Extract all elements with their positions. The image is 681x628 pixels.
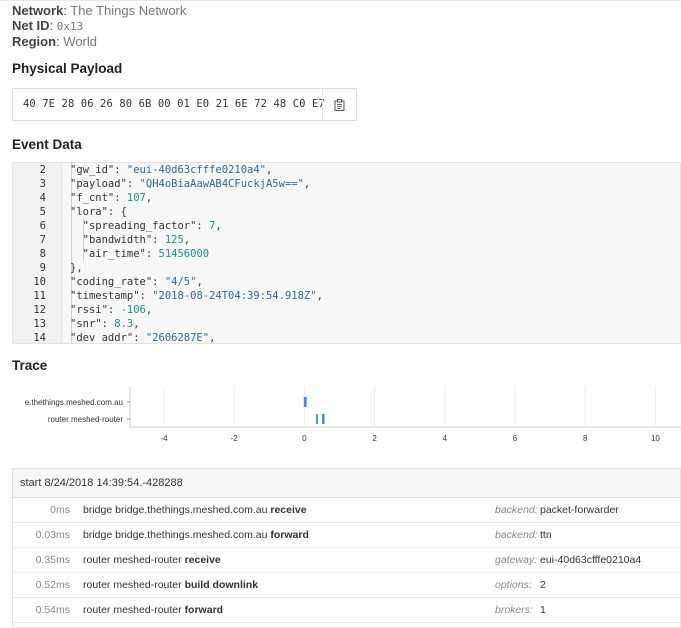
region-row: Region: World bbox=[12, 34, 98, 49]
service-name: router meshed-router bbox=[83, 554, 182, 566]
x-tick-label: 6 bbox=[513, 434, 518, 443]
event-attr-key: backend: bbox=[495, 504, 538, 516]
event-attr-key: backend: bbox=[495, 529, 538, 541]
table-row[interactable]: 0ms bridge bridge.thethings.meshed.com.au… bbox=[13, 497, 680, 523]
line-number: 13 bbox=[33, 318, 46, 330]
trace-chart: -4 -2 0 2 4 6 8 10 e.thethings.meshed.com.au rout… bbox=[25, 386, 681, 443]
line-number: 10 bbox=[33, 276, 46, 288]
code-text: "payload": "QH4oBiaAawAB4CFuckjA5w==", bbox=[70, 178, 311, 190]
service-name: bridge bridge.thethings.meshed.com.au bbox=[83, 529, 268, 541]
physical-payload-value[interactable]: 40 7E 28 06 26 80 6B 00 01 E0 21 6E 72 4… bbox=[23, 98, 325, 110]
x-tick-label: 10 bbox=[651, 434, 660, 443]
code-text: }, bbox=[70, 262, 83, 274]
clipboard-icon bbox=[334, 98, 345, 111]
network-value: The Things Network bbox=[70, 3, 187, 18]
line-number: 14 bbox=[33, 332, 46, 344]
x-tick-label: -2 bbox=[231, 434, 239, 443]
line-number: 5 bbox=[39, 206, 46, 218]
code-text: "gw_id": "eui-40d63cfffe0210a4", bbox=[70, 164, 273, 176]
event-time: 0.52ms bbox=[35, 579, 70, 591]
service-name: router meshed-router bbox=[83, 579, 182, 591]
line-number: 3 bbox=[39, 178, 46, 190]
y-category-label: e.thethings.meshed.com.au bbox=[25, 398, 123, 407]
event-time: 0.54ms bbox=[35, 604, 70, 616]
event-description: router meshed-router receive bbox=[83, 554, 221, 566]
code-text: "spreading_factor": 7, bbox=[70, 220, 222, 232]
event-type: receive bbox=[184, 554, 221, 566]
network-row: Network: The Things Network bbox=[12, 3, 187, 18]
trace-table-header: start 8/24/2018 14:39:54.-428288 bbox=[13, 469, 680, 498]
event-time: 0ms bbox=[50, 504, 70, 516]
event-type: receive bbox=[270, 504, 307, 516]
event-type: build downlink bbox=[184, 579, 259, 591]
netid-row: Net ID: 0x13 bbox=[12, 18, 84, 33]
table-row[interactable]: 0.03ms bridge bridge.thethings.meshed.com… bbox=[13, 522, 680, 548]
trace-heading: Trace bbox=[12, 358, 48, 373]
region-label: Region bbox=[12, 34, 57, 49]
line-number: 6 bbox=[39, 220, 46, 232]
code-text: "air_time": 51456000 bbox=[70, 248, 210, 260]
y-category-label: router meshed-router bbox=[48, 415, 123, 424]
event-description: router meshed-router forward bbox=[83, 604, 223, 616]
line-number: 11 bbox=[33, 290, 46, 302]
physical-payload-heading: Physical Payload bbox=[12, 61, 123, 76]
x-tick-label: 8 bbox=[583, 434, 588, 443]
trace-start-time: start 8/24/2018 14:39:54.-428288 bbox=[20, 477, 183, 489]
line-number: 7 bbox=[39, 234, 46, 246]
x-tick-label: 0 bbox=[302, 434, 307, 443]
x-tick-label: -4 bbox=[160, 434, 168, 443]
x-tick-label: 2 bbox=[372, 434, 377, 443]
code-text: "snr": 8.3, bbox=[70, 318, 140, 330]
table-row[interactable]: 0.52ms router meshed-router build downlin… bbox=[13, 572, 680, 598]
code-text: "rssi": -106, bbox=[70, 304, 153, 316]
network-label: Network bbox=[12, 3, 64, 18]
code-text: "coding_rate": "4/5", bbox=[70, 276, 203, 288]
line-number: 8 bbox=[39, 248, 46, 260]
trace-event-mark bbox=[316, 414, 318, 424]
network-info: Network: The Things Network Net ID: 0x13… bbox=[12, 3, 186, 49]
event-attr-value: 2 bbox=[540, 579, 546, 591]
service-name: router meshed-router bbox=[83, 604, 182, 616]
netid-value: 0x13 bbox=[56, 20, 84, 33]
trace-table: start 8/24/2018 14:39:54.-428288 0ms brid… bbox=[12, 468, 681, 628]
event-data-heading: Event Data bbox=[12, 137, 82, 152]
service-name: bridge bridge.thethings.meshed.com.au bbox=[83, 504, 268, 516]
trace-event-mark bbox=[322, 414, 325, 424]
code-text: "dev_addr": "2606287E", bbox=[70, 332, 216, 344]
physical-payload-box: 40 7E 28 06 26 80 6B 00 01 E0 21 6E 72 4… bbox=[12, 88, 357, 121]
event-time: 0.03ms bbox=[35, 529, 70, 541]
event-attr-value: eui-40d63cfffe0210a4 bbox=[540, 554, 642, 566]
code-text: "bandwidth": 125, bbox=[70, 234, 191, 246]
event-description: router meshed-router build downlink bbox=[83, 579, 258, 591]
top-divider bbox=[0, 0, 681, 1]
event-attr-value: 1 bbox=[540, 604, 546, 616]
event-attr-value: packet-forwarder bbox=[540, 504, 619, 516]
code-text: "f_cnt": 107, bbox=[70, 192, 153, 204]
event-time: 0.35ms bbox=[35, 554, 70, 566]
line-number: 12 bbox=[33, 304, 46, 316]
line-number: 4 bbox=[39, 192, 46, 204]
event-attr-key: options: bbox=[495, 579, 532, 591]
table-row[interactable]: 0.54ms router meshed-router forward broker… bbox=[13, 597, 680, 623]
table-row[interactable]: 0.35ms router meshed-router receive gatewa… bbox=[13, 547, 680, 573]
code-text: "timestamp": "2018-08-24T04:39:54.918Z", bbox=[70, 290, 323, 302]
copy-button[interactable] bbox=[322, 89, 356, 120]
code-text: "lora": { bbox=[70, 206, 127, 218]
x-tick-label: 4 bbox=[443, 434, 448, 443]
event-description: bridge bridge.thethings.meshed.com.au re… bbox=[83, 504, 307, 516]
event-type: forward bbox=[184, 604, 224, 616]
event-attr-key: brokers: bbox=[495, 604, 533, 616]
event-description: bridge bridge.thethings.meshed.com.au fo… bbox=[83, 529, 309, 541]
trace-event-mark bbox=[304, 397, 307, 407]
event-attr-value: ttn bbox=[540, 529, 552, 541]
line-number: 2 bbox=[39, 164, 46, 176]
event-type: forward bbox=[270, 529, 309, 541]
region-value: World bbox=[63, 34, 98, 49]
event-attr-key: gateway: bbox=[495, 554, 538, 566]
netid-label: Net ID bbox=[12, 18, 50, 33]
line-number: 9 bbox=[39, 262, 46, 274]
event-data-code-editor[interactable]: 2 "gw_id": "eui-40d63cfffe0210a4", 3 "paylo… bbox=[12, 162, 681, 344]
